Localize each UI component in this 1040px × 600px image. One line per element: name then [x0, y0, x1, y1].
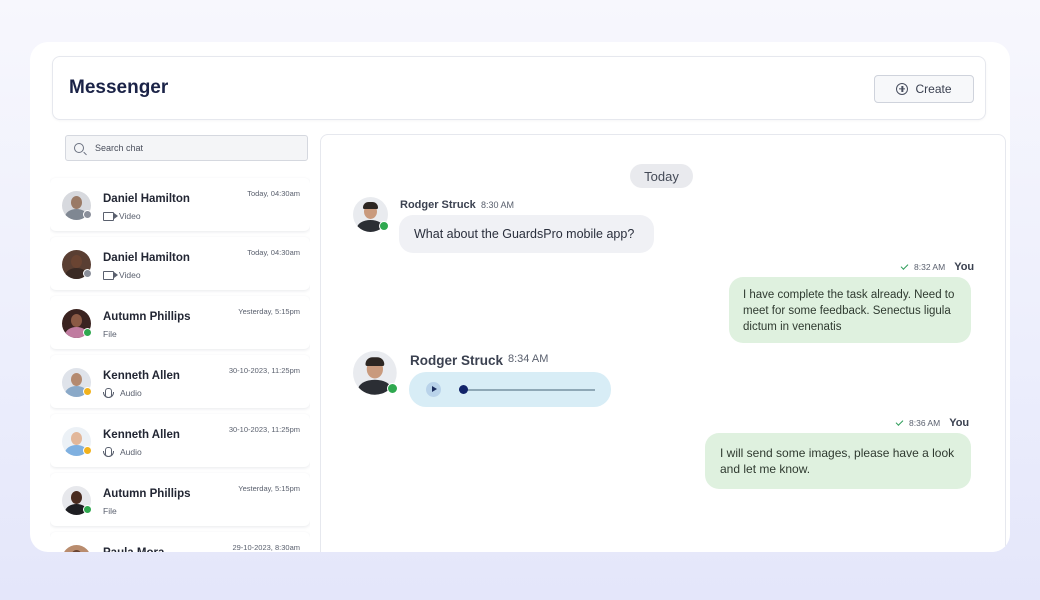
chat-preview: Audio: [103, 388, 142, 398]
avatar: [62, 545, 91, 552]
chat-preview-type: Audio: [120, 447, 142, 457]
create-button-label: Create: [915, 82, 952, 96]
chat-preview-type: File: [103, 329, 117, 339]
chat-timestamp: 29-10-2023, 8:30am: [232, 543, 300, 552]
mic-icon: [103, 447, 114, 457]
chat-list-item[interactable]: Paula Mora 29-10-2023, 8:30am: [50, 532, 310, 552]
sender-name: Rodger Struck: [410, 353, 504, 368]
chat-contact-name: Autumn Phillips: [103, 311, 191, 323]
conversation-panel: Today Rodger Struck 8:30 AM What about t…: [320, 134, 1006, 552]
sender-you-label: You: [949, 417, 970, 429]
status-dot: [83, 387, 92, 396]
create-button[interactable]: Create: [874, 75, 974, 103]
message-time: 8:30 AM: [481, 200, 515, 210]
video-icon: [103, 270, 118, 280]
chat-timestamp: Today, 04:30am: [247, 248, 300, 257]
chat-preview-type: Video: [119, 270, 141, 280]
play-icon[interactable]: [426, 382, 441, 397]
chat-list-item[interactable]: Kenneth Allen 30-10-2023, 11:25pm Audio: [50, 355, 310, 408]
app-window: Messenger Create Daniel Hamilton Today, 0…: [30, 42, 1010, 552]
sender-name: Rodger Struck: [400, 199, 476, 211]
audio-message-bubble: [409, 372, 611, 407]
sender-you-label: You: [954, 261, 975, 273]
avatar: [62, 368, 92, 397]
chat-timestamp: 30-10-2023, 11:25pm: [228, 366, 300, 375]
chat-timestamp: Yesterday, 5:15pm: [238, 307, 300, 316]
chat-list-item[interactable]: Autumn Phillips Yesterday, 5:15pm File: [50, 296, 310, 349]
chat-preview-type: File: [103, 506, 117, 516]
online-status-dot: [379, 221, 389, 231]
avatar[interactable]: [353, 351, 398, 395]
mic-icon: [103, 388, 114, 398]
chat-timestamp: 30-10-2023, 11:25pm: [228, 425, 300, 434]
chat-list-item[interactable]: Autumn Phillips Yesterday, 5:15pm File: [50, 473, 310, 526]
incoming-message-bubble: What about the GuardsPro mobile app?: [399, 215, 654, 253]
avatar: [62, 309, 92, 338]
message-time: 8:34 AM: [508, 353, 549, 365]
chat-contact-name: Autumn Phillips: [103, 488, 191, 500]
avatar: [62, 486, 92, 515]
outgoing-message-bubble: I will send some images, please have a l…: [705, 433, 971, 489]
search-input[interactable]: [93, 142, 297, 154]
outgoing-message-meta: 8:32 AM You: [900, 261, 975, 273]
chat-preview-type: Video: [119, 211, 141, 221]
read-check-icon: [900, 262, 909, 270]
audio-progress-track[interactable]: [459, 389, 595, 391]
chat-preview: File: [103, 329, 117, 339]
chat-contact-name: Daniel Hamilton: [103, 252, 190, 264]
search-bar: [65, 135, 308, 161]
chat-contact-name: Daniel Hamilton: [103, 193, 190, 205]
status-dot: [83, 505, 92, 514]
chat-preview: Audio: [103, 447, 142, 457]
video-icon: [103, 211, 118, 221]
chat-list-item[interactable]: Daniel Hamilton Today, 04:30am Video: [50, 178, 310, 231]
status-dot: [83, 269, 92, 278]
avatar: [62, 427, 92, 456]
avatar: [62, 191, 92, 220]
status-dot: [83, 328, 92, 337]
status-dot: [83, 446, 92, 455]
chat-preview: Video: [103, 270, 141, 280]
chat-contact-name: Paula Mora: [103, 547, 164, 552]
app-header: Messenger Create: [52, 56, 986, 120]
chat-contact-name: Kenneth Allen: [103, 429, 180, 441]
audio-progress-knob[interactable]: [459, 385, 469, 394]
chat-timestamp: Today, 04:30am: [247, 189, 300, 198]
status-dot: [83, 210, 92, 219]
page-title: Messenger: [69, 77, 169, 98]
avatar: [62, 250, 92, 279]
chat-timestamp: Yesterday, 5:15pm: [238, 484, 300, 493]
chat-preview: Video: [103, 211, 141, 221]
chat-list-item[interactable]: Kenneth Allen 30-10-2023, 11:25pm Audio: [50, 414, 310, 467]
chat-list: Daniel Hamilton Today, 04:30am Video Daniel…: [50, 175, 310, 552]
message-time: 8:32 AM: [914, 262, 946, 272]
chat-list-item[interactable]: Daniel Hamilton Today, 04:30am Video: [50, 237, 310, 290]
online-status-dot: [387, 383, 398, 394]
plus-circle-icon: [896, 83, 909, 95]
avatar[interactable]: [353, 197, 389, 232]
chat-preview-type: Audio: [120, 388, 142, 398]
read-check-icon: [895, 418, 904, 426]
outgoing-message-bubble: I have complete the task already. Need t…: [729, 277, 971, 343]
search-icon: [74, 143, 84, 153]
chat-contact-name: Kenneth Allen: [103, 370, 180, 382]
chat-preview: File: [103, 506, 117, 516]
date-divider: Today: [630, 164, 693, 188]
message-time: 8:36 AM: [909, 418, 941, 428]
outgoing-message-meta: 8:36 AM You: [895, 417, 970, 429]
